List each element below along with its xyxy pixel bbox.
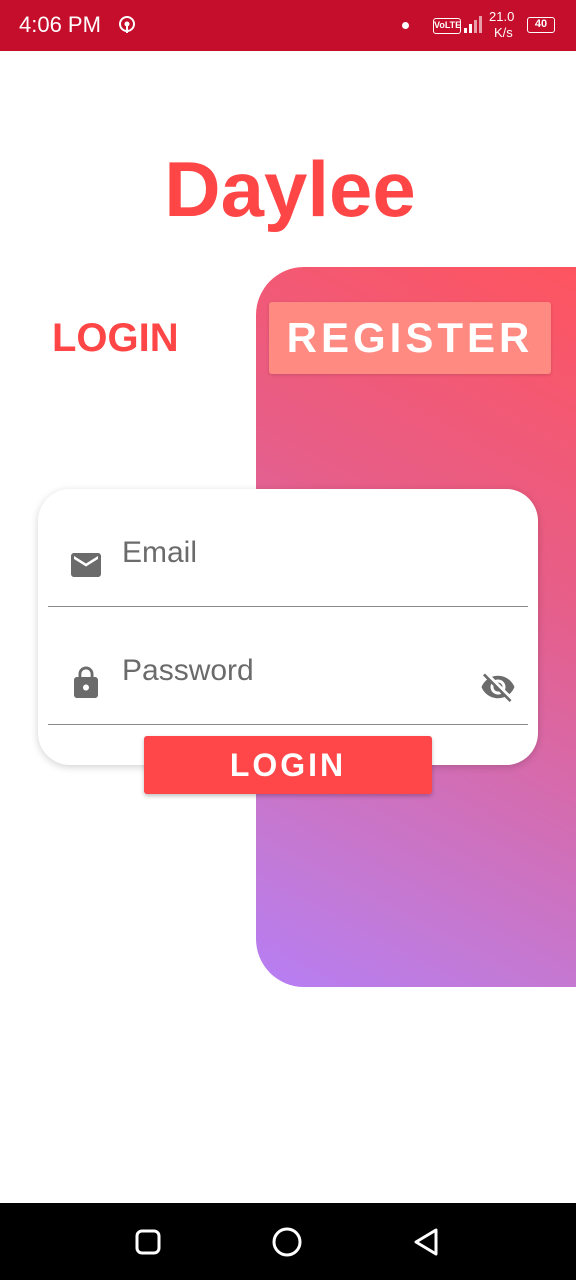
recent-apps-icon[interactable] xyxy=(131,1225,165,1259)
volte-badge: VoLTE xyxy=(433,18,461,34)
tab-register[interactable]: REGISTER xyxy=(269,302,551,374)
status-time: 4:06 PM xyxy=(19,12,101,37)
login-button[interactable]: LOGIN xyxy=(144,736,432,794)
back-icon[interactable] xyxy=(410,1225,444,1259)
hotspot-icon xyxy=(119,16,135,33)
signal-icon xyxy=(464,16,482,33)
battery-icon: 40 xyxy=(527,17,555,33)
network-speed-value: 21.0 xyxy=(489,9,515,24)
email-icon xyxy=(71,553,101,577)
home-icon[interactable] xyxy=(270,1225,304,1259)
login-form-card xyxy=(38,489,538,765)
app-title: Daylee xyxy=(164,145,416,233)
email-field xyxy=(48,489,528,607)
tab-login[interactable]: LOGIN xyxy=(52,316,179,361)
visibility-off-icon[interactable] xyxy=(478,669,518,705)
lock-icon xyxy=(74,666,98,698)
password-input[interactable] xyxy=(122,649,452,693)
notification-dot-icon xyxy=(402,22,409,29)
login-screen: 4:06 PM VoLTE 21.0 K/s 40 Daylee LOGIN R… xyxy=(0,0,576,1280)
password-field xyxy=(48,607,528,725)
status-bar: 4:06 PM VoLTE 21.0 K/s 40 xyxy=(0,0,576,51)
email-input[interactable] xyxy=(122,531,452,575)
network-speed-unit: K/s xyxy=(494,25,513,40)
navigation-bar xyxy=(0,1203,576,1280)
